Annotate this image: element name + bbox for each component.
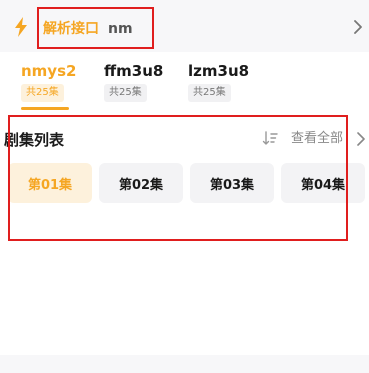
source-episode-count: 共25集 xyxy=(21,84,64,102)
footer-divider xyxy=(0,355,369,373)
source-name: nmys2 xyxy=(21,62,77,80)
source-episode-count: 共25集 xyxy=(104,84,147,102)
active-source-indicator xyxy=(21,107,69,110)
lightning-bolt-icon xyxy=(15,17,27,37)
highlight-box-episode-list xyxy=(8,115,348,241)
chevron-right-icon[interactable] xyxy=(356,132,366,146)
source-name: lzm3u8 xyxy=(188,62,250,80)
source-tab-ffm3u8[interactable]: ffm3u8 共25集 xyxy=(104,62,163,102)
highlight-box-parse-interface xyxy=(37,7,154,49)
source-tab-nmys2[interactable]: nmys2 共25集 xyxy=(21,62,76,102)
source-episode-count: 共25集 xyxy=(188,84,231,102)
chevron-right-icon[interactable] xyxy=(353,20,363,34)
source-name: ffm3u8 xyxy=(104,62,164,80)
source-tab-lzm3u8[interactable]: lzm3u8 共25集 xyxy=(188,62,249,102)
